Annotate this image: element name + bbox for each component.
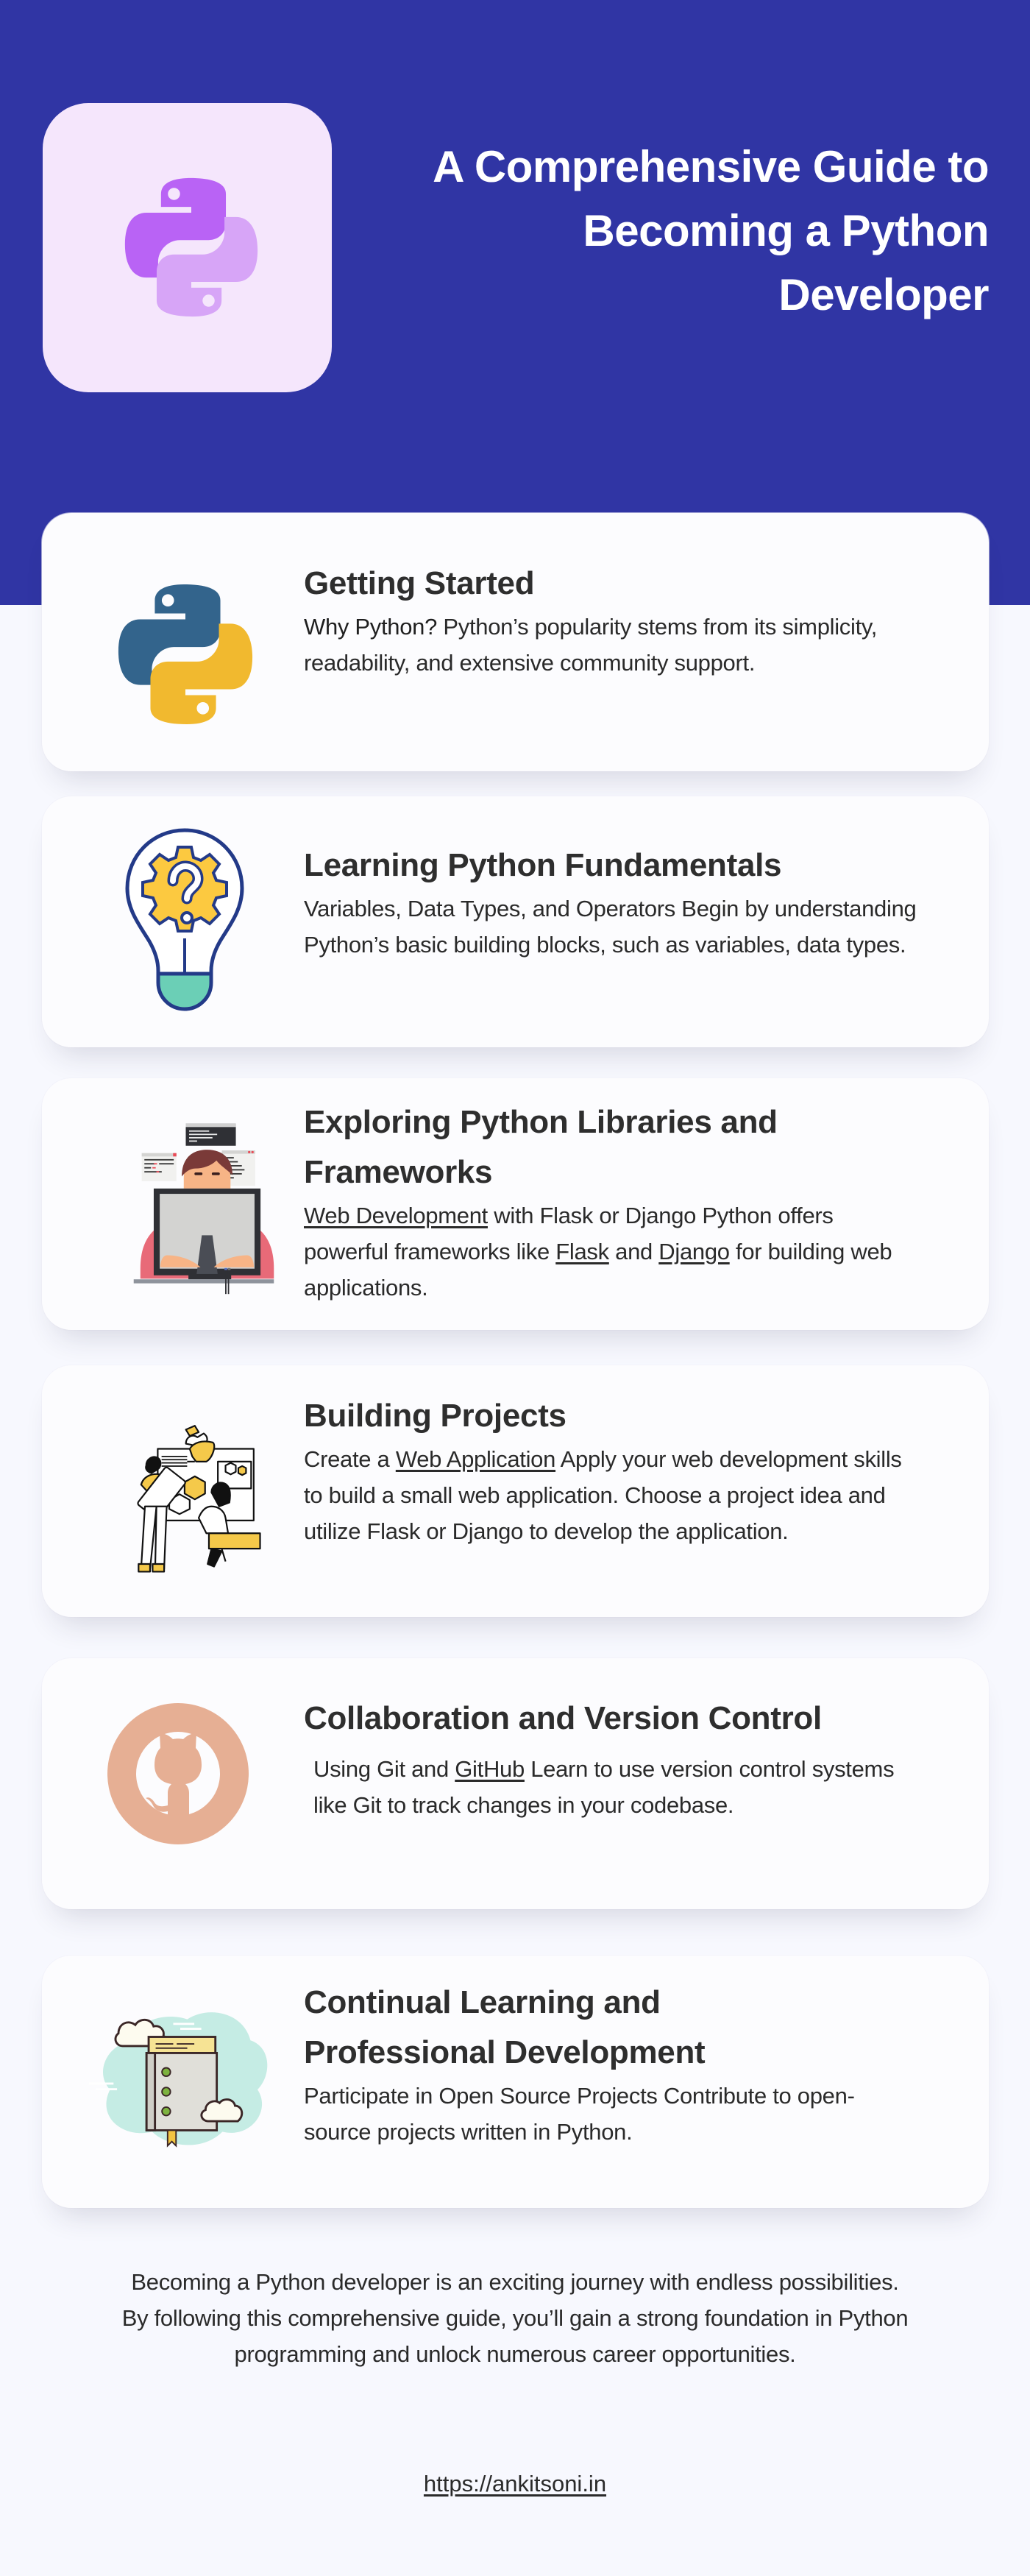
section-text: Exploring Python Libraries and Framework… [304, 1097, 951, 1306]
python-logo-icon [113, 581, 258, 727]
section-text: Collaboration and Version Control Using … [304, 1694, 951, 1823]
github-link[interactable]: GitHub [455, 1756, 525, 1782]
section-title: Getting Started [304, 565, 535, 601]
section-card-building-projects: Building Projects Create a Web Applicati… [42, 1365, 989, 1617]
section-title: Exploring Python Libraries and Framework… [304, 1104, 778, 1190]
section-title: Building Projects [304, 1398, 566, 1434]
book-clouds-icon [88, 1998, 272, 2153]
page-title: A Comprehensive Guide to Becoming a Pyth… [433, 142, 989, 319]
team-building-project-icon [116, 1402, 263, 1579]
section-card-version-control: Collaboration and Version Control Using … [42, 1658, 989, 1909]
closing-paragraph: Becoming a Python developer is an exciti… [121, 2269, 909, 2367]
section-body: Using Git and GitHub Learn to use versio… [313, 1751, 902, 1823]
section-lead: Why Python? [304, 614, 438, 640]
section-body-text: Create a [304, 1446, 396, 1472]
section-text: Learning Python Fundamentals Variables, … [304, 841, 951, 963]
section-title: Collaboration and Version Control [304, 1700, 822, 1736]
section-card-libraries: Exploring Python Libraries and Framework… [42, 1078, 989, 1330]
site-link-wrapper: https://ankitsoni.in [0, 2466, 1030, 2502]
django-link[interactable]: Django [658, 1239, 730, 1264]
section-body: Participate in Open Source Projects Cont… [304, 2083, 855, 2145]
section-body: Why Python? Python’s popularity stems fr… [304, 609, 951, 681]
section-title: Learning Python Fundamentals [304, 847, 782, 883]
section-body: Web Development with Flask or Django Pyt… [304, 1197, 907, 1306]
github-octocat-icon [107, 1703, 249, 1844]
python-logo-icon [124, 177, 258, 317]
section-text: Getting Started Why Python? Python’s pop… [304, 559, 951, 681]
section-card-fundamentals: Learning Python Fundamentals Variables, … [42, 796, 989, 1047]
section-body: Create a Web Application Apply your web … [304, 1441, 922, 1549]
developer-at-computer-icon [127, 1115, 281, 1295]
section-body-text: and [608, 1239, 659, 1264]
web-application-link[interactable]: Web Application [396, 1446, 556, 1472]
section-title: Continual Learning and Professional Deve… [304, 1984, 706, 2070]
section-text: Continual Learning and Professional Deve… [304, 1978, 951, 2150]
website-link[interactable]: https://ankitsoni.in [424, 2471, 606, 2497]
section-body-text: Using Git and [313, 1756, 455, 1782]
section-card-getting-started: Getting Started Why Python? Python’s pop… [42, 513, 989, 771]
section-text: Building Projects Create a Web Applicati… [304, 1391, 951, 1549]
section-card-continual-learning: Continual Learning and Professional Deve… [42, 1956, 989, 2208]
lightbulb-gear-question-icon [124, 828, 246, 1012]
flask-link[interactable]: Flask [555, 1239, 609, 1264]
web-development-link[interactable]: Web Development [304, 1203, 488, 1228]
section-body: Variables, Data Types, and Operators Beg… [304, 896, 917, 958]
header-logo-tile [43, 103, 332, 392]
